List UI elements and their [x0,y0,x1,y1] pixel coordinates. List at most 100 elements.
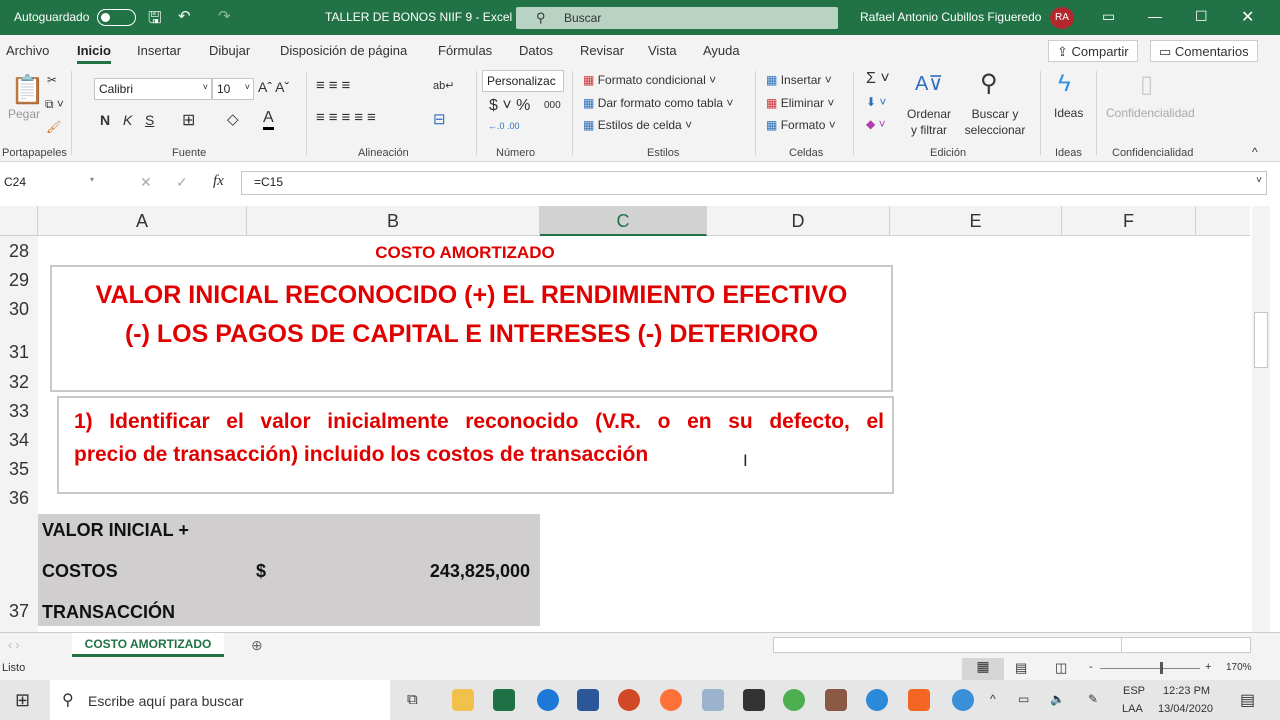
tab-insertar[interactable]: Insertar [137,43,181,58]
page-break-icon[interactable]: ◫ [1055,660,1067,676]
network-icon[interactable]: ▭ [1018,692,1029,706]
tab-formulas[interactable]: Fórmulas [438,43,492,58]
vertical-scrollbar[interactable] [1252,206,1270,632]
zoom-slider[interactable] [1100,668,1200,669]
sort-filter-icon[interactable]: A⊽ [915,71,943,96]
paste-icon[interactable]: 📋 [10,73,45,106]
zoom-in-icon[interactable]: + [1205,661,1211,673]
windows-start-icon[interactable]: ⊞ [15,690,30,711]
row-header[interactable]: 31 [0,342,38,363]
conditional-format-button[interactable]: ▦ Formato condicional ˅ [583,73,716,87]
clock-time[interactable]: 12:23 PM [1163,685,1210,697]
firefox-icon[interactable] [660,689,682,711]
column-header-a[interactable]: A [38,206,247,236]
row-header[interactable]: 35 [0,459,38,480]
grow-font-icon[interactable]: Aˆ Aˇ [258,79,289,95]
decimal-icons[interactable]: ←.0 .00 [488,121,520,131]
tab-dibujar[interactable]: Dibujar [209,43,250,58]
ribbon-display-icon[interactable]: ▭ [1102,8,1115,25]
media-player-icon[interactable] [866,689,888,711]
screen-recorder-icon[interactable] [908,689,930,711]
share-button[interactable]: ⇪ Compartir [1048,40,1138,62]
formula-input[interactable]: =C15 ˅ [241,171,1267,195]
format-painter-icon[interactable]: 🖌 [46,120,61,134]
fill-color-icon[interactable]: ◇ [227,110,239,128]
row-header[interactable]: 29 [0,270,38,291]
tab-revisar[interactable]: Revisar [580,43,624,58]
search-box[interactable]: ⚲ Buscar [516,7,838,29]
notifications-icon[interactable]: ▤ [1240,690,1255,710]
format-as-table-button[interactable]: ▦ Dar formato como tabla ˅ [583,96,733,110]
tab-inicio[interactable]: Inicio [77,43,111,64]
undo-icon[interactable]: ↶ [178,7,191,25]
avatar[interactable]: RA [1050,7,1074,29]
vertical-scroll-thumb[interactable] [1254,312,1268,368]
font-name-select[interactable]: Calibri ˅ [94,78,212,100]
row-header[interactable]: 33 [0,401,38,422]
number-format-select[interactable]: Personalizac [482,70,564,92]
column-header-e[interactable]: E [890,206,1062,236]
horizontal-align-icons[interactable]: ≡≡≡≡≡ [316,109,380,126]
excel-icon[interactable] [493,689,515,711]
clear-icon[interactable]: ◆ ˅ [866,117,886,131]
name-box[interactable]: C24 ▾ [0,172,98,194]
thousands-icon[interactable]: 000 [544,100,561,111]
close-icon[interactable]: ✕ [1241,7,1254,27]
select-all-button[interactable] [0,206,38,236]
find-select-button[interactable]: Buscar y seleccionar [960,106,1030,138]
collapse-ribbon-icon[interactable]: ^ [1252,145,1258,159]
cut-icon[interactable]: ✂ [47,73,57,87]
file-explorer-icon[interactable] [452,689,474,711]
row-header[interactable]: 30 [0,299,38,320]
keyboard-layout[interactable]: LAA [1122,703,1143,715]
initial-value-amount[interactable]: 243,825,000 [430,561,530,582]
word-icon[interactable] [577,689,599,711]
pen-icon[interactable]: ✎ [1088,692,1098,706]
italic-button[interactable]: K [123,112,132,128]
edge-icon[interactable] [537,689,559,711]
row-header[interactable]: 34 [0,430,38,451]
tab-datos[interactable]: Datos [519,43,553,58]
row-header[interactable]: 37 [0,601,38,622]
paint-icon[interactable] [702,689,724,711]
volume-icon[interactable]: 🔈 [1050,692,1065,706]
powerpoint-icon[interactable] [618,689,640,711]
vertical-align-icons[interactable]: ≡≡≡ [316,77,354,94]
chrome-icon[interactable] [783,689,805,711]
font-size-select[interactable]: 10 ˅ [212,78,254,100]
clock-date[interactable]: 13/04/2020 [1158,703,1213,715]
page-layout-icon[interactable]: ▤ [1015,660,1027,676]
ideas-icon[interactable]: ϟ [1058,70,1071,98]
format-cells-button[interactable]: ▦ Formato ˅ [766,118,836,132]
tab-ayuda[interactable]: Ayuda [703,43,740,58]
cancel-icon[interactable]: ✕ [140,174,152,191]
column-header-d[interactable]: D [707,206,890,236]
horizontal-scroll-thumb[interactable] [788,638,1122,652]
calculator-icon[interactable] [743,689,765,711]
tab-archivo[interactable]: Archivo [6,43,49,58]
text-box-formula[interactable]: VALOR INICIAL RECONOCIDO (+) EL RENDIMIE… [50,265,893,392]
enter-icon[interactable]: ✓ [176,174,188,191]
sheet-tab-costo-amortizado[interactable]: COSTO AMORTIZADO [72,633,224,657]
column-header-c[interactable]: C [540,206,707,236]
redo-icon[interactable]: ↷ [218,7,231,25]
autosum-icon[interactable]: Σ ˅ [866,70,890,88]
task-view-icon[interactable]: ⧉ [407,691,418,708]
currency-icon[interactable]: $ ˅ % [489,97,530,115]
taskbar-search[interactable]: ⚲ Escribe aquí para buscar [50,680,390,720]
column-header-f[interactable]: F [1062,206,1196,236]
copy-icon[interactable]: ⧉ ˅ [45,97,64,112]
language-code[interactable]: ESP [1123,685,1145,697]
sheet-nav-arrows[interactable]: ‹ › [8,638,19,652]
horizontal-scrollbar[interactable] [773,637,1251,653]
row-header[interactable]: 36 [0,488,38,509]
find-icon[interactable]: ⚲ [980,69,998,98]
text-box-step1[interactable]: 1) Identificar el valor inicialmente rec… [57,396,894,494]
underline-button[interactable]: S [145,112,154,128]
insert-cells-button[interactable]: ▦ Insertar ˅ [766,73,832,87]
paste-label[interactable]: Pegar [8,107,40,121]
minecraft-icon[interactable] [825,689,847,711]
zoom-slider-thumb[interactable] [1160,662,1163,674]
tray-chevron-icon[interactable]: ^ [990,692,996,706]
minimize-icon[interactable]: — [1148,8,1162,24]
